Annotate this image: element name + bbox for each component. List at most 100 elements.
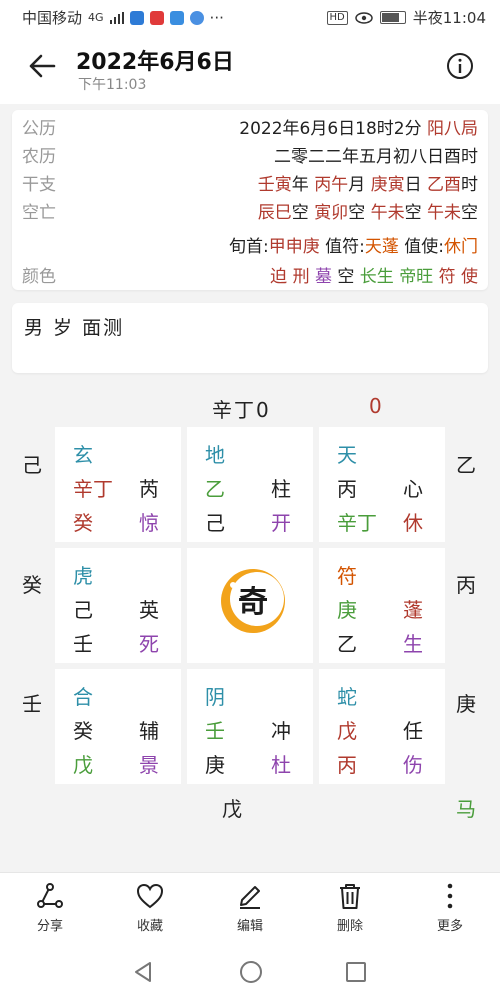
favorite-label: 收藏 [136, 919, 163, 934]
page-subtitle: 下午11:03 [78, 77, 147, 93]
left-label: 壬 [22, 692, 42, 716]
ju-value: 阳八局 [427, 119, 478, 139]
palace-grid: 玄 辛丁 芮 癸 惊 地 乙 柱 己 开 天 丙 心 辛丁 休 虎 己 英 壬 … [55, 427, 445, 784]
palace-cell[interactable]: 虎 己 英 壬 死 [55, 548, 181, 663]
eye-icon [355, 11, 373, 24]
palace-cell[interactable]: 合 癸 辅 戊 景 [55, 669, 181, 784]
nav-home-icon[interactable] [239, 960, 263, 984]
kongwang-part: 午未 [427, 203, 461, 223]
god-label: 天 [337, 443, 357, 467]
star-label: 蓬 [403, 598, 423, 622]
share-label: 分享 [36, 919, 63, 934]
hd-badge: HD [326, 10, 348, 25]
row-label: 干支 [22, 175, 56, 195]
logo-char: 奇 [238, 585, 268, 620]
more-icon [447, 883, 453, 909]
earth-stem: 癸 [73, 511, 93, 535]
status-bar: 中国移动 4G ··· HD 半夜11:04 [0, 0, 500, 34]
legend-xing: 刑 [292, 267, 310, 287]
right-label: 乙 [456, 453, 476, 477]
battery-icon [379, 11, 406, 24]
door-label: 杜 [271, 753, 291, 777]
row-label: 农历 [22, 147, 56, 167]
back-arrow-icon[interactable] [24, 48, 60, 84]
palace-cell[interactable]: 地 乙 柱 己 开 [187, 427, 313, 542]
heaven-stem: 丙 [337, 477, 357, 501]
lunar-row: 农历 二零二二年五月初八日酉时 [12, 138, 488, 167]
color-legend-row: 颜色 迫 刑 墓 空 长生 帝旺 符 使 [12, 258, 488, 287]
signal-icon: 4G [88, 11, 104, 24]
god-label: 玄 [73, 443, 93, 467]
info-icon[interactable] [446, 52, 474, 80]
solar-value: 2022年6月6日18时2分 [239, 119, 422, 139]
earth-stem: 壬 [73, 632, 93, 656]
horse-label: 马 [456, 797, 476, 821]
kongwang-part: 空 [348, 203, 366, 223]
nav-back-icon[interactable] [132, 960, 154, 984]
star-label: 任 [403, 719, 423, 743]
system-nav-bar [0, 944, 500, 1000]
ganzhi-row: 干支 壬寅年 丙午月 庚寅日 乙酉时 [12, 166, 488, 195]
kongwang-part: 辰巳 [257, 203, 292, 223]
xunshou-label: 旬首: [228, 237, 269, 257]
palace-cell[interactable]: 玄 辛丁 芮 癸 惊 [55, 427, 181, 542]
clock: 半夜11:04 [412, 9, 486, 27]
xunshou-row: 旬首:甲申庚 值符:天蓬 值使:休门 [12, 228, 488, 257]
door-label: 伤 [403, 753, 423, 777]
heaven-stem: 乙 [205, 477, 225, 501]
star-label: 心 [403, 477, 423, 501]
app-icon [129, 10, 144, 25]
ganzhi-part: 时 [461, 175, 478, 195]
heaven-stem: 辛丁 [73, 477, 113, 501]
nav-recents-icon[interactable] [345, 960, 367, 984]
delete-label: 删除 [336, 919, 363, 934]
row-label: 颜色 [22, 267, 56, 287]
zhifu-label: 值符: [325, 237, 365, 257]
top-zero: 0 [369, 394, 382, 418]
palace-cell[interactable]: 符 庚 蓬 乙 生 [319, 548, 445, 663]
earth-stem: 丙 [337, 753, 357, 777]
palace-cell[interactable]: 天 丙 心 辛丁 休 [319, 427, 445, 542]
ganzhi-part: 壬寅 [257, 175, 292, 195]
app-header: 2022年6月6日 下午11:03 [0, 34, 500, 104]
earth-stem: 庚 [205, 753, 225, 777]
earth-stem: 戊 [73, 753, 93, 777]
legend-kong: 空 [337, 267, 355, 287]
note-card[interactable]: 男 岁 面测 [12, 303, 488, 373]
share-button[interactable]: 分享 [10, 881, 90, 934]
more-button[interactable]: 更多 [410, 881, 490, 934]
palace-cell[interactable]: 蛇 戊 任 丙 伤 [319, 669, 445, 784]
right-label: 庚 [456, 692, 476, 716]
legend-fu: 符 [438, 267, 456, 287]
zhishi-value: 休门 [444, 237, 478, 257]
edit-button[interactable]: 编辑 [210, 881, 290, 934]
heart-icon [136, 883, 164, 909]
share-icon [37, 883, 63, 908]
legend-shi: 使 [461, 267, 478, 287]
heaven-stem: 己 [73, 598, 93, 622]
door-label: 开 [271, 511, 291, 535]
earth-stem: 己 [205, 511, 225, 535]
ganzhi-part: 庚寅 [370, 175, 405, 195]
zhifu-value: 天蓬 [364, 237, 399, 257]
ganzhi-part: 丙午 [314, 175, 349, 195]
delete-button[interactable]: 删除 [310, 881, 390, 934]
more-dots: ··· [209, 8, 224, 27]
pen-icon [240, 886, 260, 909]
heaven-stem: 癸 [73, 719, 93, 743]
god-label: 阴 [205, 685, 225, 709]
trash-icon [340, 884, 360, 909]
kongwang-part: 午未 [370, 203, 405, 223]
app-icon [149, 10, 164, 25]
ganzhi-part: 日 [404, 175, 422, 195]
door-label: 生 [403, 632, 423, 656]
kongwang-part: 空 [461, 203, 478, 223]
legend-diwang: 帝旺 [399, 267, 434, 287]
carrier-label: 中国移动 [22, 9, 83, 27]
favorite-button[interactable]: 收藏 [110, 881, 190, 934]
signal-bars-icon [109, 11, 124, 24]
star-label: 英 [139, 598, 159, 622]
palace-cell[interactable]: 阴 壬 冲 庚 杜 [187, 669, 313, 784]
edit-label: 编辑 [236, 919, 263, 934]
kongwang-part: 空 [291, 203, 309, 223]
